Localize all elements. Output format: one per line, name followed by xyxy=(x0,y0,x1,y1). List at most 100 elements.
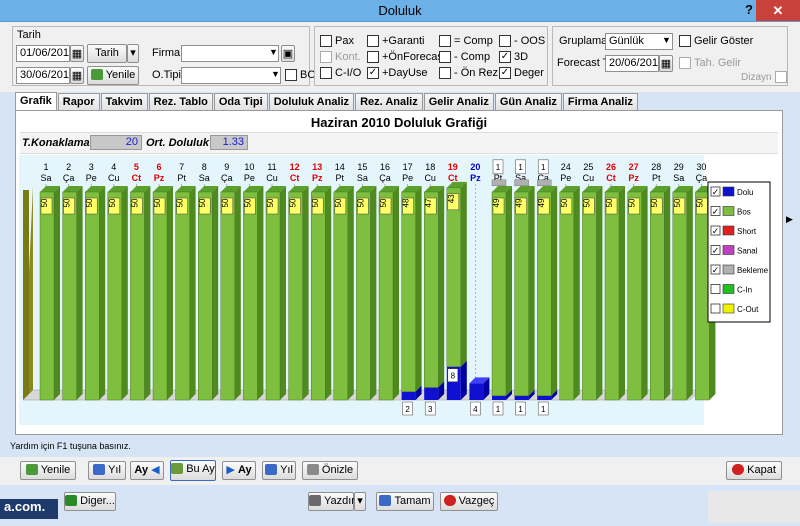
tab-bar: Grafik Rapor Takvim Rez. Tablo Oda Tipi Dolul… xyxy=(15,92,639,111)
tamam-button[interactable]: Tamam xyxy=(376,492,434,511)
tab-grafik[interactable]: Grafik xyxy=(15,92,57,110)
date-to-calendar-icon[interactable]: ▦ xyxy=(70,67,84,84)
pax-checkbox[interactable]: Pax xyxy=(320,35,354,47)
dolu-bar xyxy=(537,395,552,400)
deger-checkbox[interactable]: ✓ Deger xyxy=(499,67,544,79)
firma-search-icon[interactable]: ▣ xyxy=(281,45,295,62)
day-number-label: 7 xyxy=(179,162,184,172)
bekleme-bar xyxy=(491,179,507,187)
bekleme-value-label: 1 xyxy=(496,163,501,172)
yenile-button[interactable]: Yenile xyxy=(20,461,76,480)
comp-minus-checkbox[interactable]: - Comp xyxy=(439,51,490,63)
3d-checkbox[interactable]: ✓ 3D xyxy=(499,51,528,63)
date-from-calendar-icon[interactable]: ▦ xyxy=(70,45,84,62)
bos-bar-side xyxy=(686,186,693,400)
bos-value-label: 50 xyxy=(582,198,591,207)
close-icon xyxy=(732,464,745,475)
prev-year-button[interactable]: Yıl xyxy=(88,461,126,480)
status-bar: Yardım için F1 tuşuna basınız. xyxy=(10,441,131,451)
onizle-button[interactable]: Önizle xyxy=(302,461,358,480)
oos-checkbox[interactable]: - OOS xyxy=(499,35,545,47)
bos-value-label: 50 xyxy=(266,198,275,207)
scroll-right-icon[interactable]: ▶ xyxy=(786,214,793,225)
bos-bar xyxy=(107,191,123,401)
bos-bar xyxy=(491,191,507,397)
gelir-goster-checkbox[interactable]: Gelir Göster xyxy=(679,35,753,47)
bos-bar-side xyxy=(347,186,354,400)
tab-oda-tipi[interactable]: Oda Tipi xyxy=(213,93,268,110)
kapat-button[interactable]: Kapat xyxy=(726,461,782,480)
tab-gün-analiz[interactable]: Gün Analiz xyxy=(494,93,562,110)
day-number-label: 3 xyxy=(89,162,94,172)
otipi-label: O.Tipi xyxy=(152,69,181,81)
bos-value-label: 50 xyxy=(243,198,252,207)
bos-value-label: 50 xyxy=(198,198,207,207)
cio-checkbox[interactable]: C-I/O xyxy=(320,67,361,79)
right-arrow-icon: ▶ xyxy=(226,464,235,476)
this-month-button[interactable]: Bu Ay xyxy=(170,460,216,481)
chart-axis-wall xyxy=(23,190,29,400)
firma-label: Firma xyxy=(152,47,181,59)
yenile-top-button[interactable]: Yenile xyxy=(87,66,139,85)
gruplama-dropdown-icon[interactable]: ▼ xyxy=(662,35,671,45)
yazdir-dropdown-icon[interactable]: ▾ xyxy=(354,492,366,511)
bos-value-label: 50 xyxy=(673,198,682,207)
tarih-button[interactable]: Tarih xyxy=(87,44,127,63)
onrez-minus-checkbox[interactable]: - Ön Rez. xyxy=(439,67,501,79)
day-number-label: 30 xyxy=(696,162,706,172)
tab-gelir-analiz[interactable]: Gelir Analiz xyxy=(423,93,494,110)
bos-value-label: 50 xyxy=(85,198,94,207)
legend-swatch-short xyxy=(722,225,735,236)
tab-firma-analiz[interactable]: Firma Analiz xyxy=(562,93,638,110)
bo-checkbox[interactable]: BO xyxy=(285,69,316,81)
bos-bar-side xyxy=(506,186,512,396)
legend-checkbox-cin[interactable] xyxy=(710,284,721,294)
bos-bar xyxy=(39,191,55,401)
legend-swatch-cout xyxy=(722,303,735,314)
options-group: Pax Kont. C-I/O +Garanti +ÖnForecast ✓ +D… xyxy=(314,26,548,86)
ort-doluluk-label: Ort. Doluluk : xyxy=(146,137,216,149)
weekday-label: Pz xyxy=(628,173,639,183)
tab-rapor[interactable]: Rapor xyxy=(57,93,100,110)
bekleme-value-label: 1 xyxy=(541,163,546,172)
bos-bar xyxy=(265,191,281,401)
yazdir-button[interactable]: Yazdır xyxy=(308,492,355,511)
bos-bar xyxy=(401,191,416,392)
forecast-date-input[interactable]: 20/06/2010 xyxy=(605,55,659,72)
tab-rez-tablo[interactable]: Rez. Tablo xyxy=(148,93,213,110)
prev-month-button[interactable]: Ay ◀ xyxy=(130,461,164,480)
bos-value-label: 50 xyxy=(379,198,388,207)
next-year-button[interactable]: Yıl xyxy=(262,461,296,480)
otipi-select[interactable] xyxy=(181,67,281,84)
firma-select[interactable] xyxy=(181,45,279,62)
ok-icon xyxy=(379,495,392,506)
tab-doluluk-analiz[interactable]: Doluluk Analiz xyxy=(268,93,355,110)
next-month-button[interactable]: ▶ Ay xyxy=(222,461,256,480)
forecast-calendar-icon[interactable]: ▦ xyxy=(659,55,673,72)
garanti-checkbox[interactable]: +Garanti xyxy=(367,35,425,47)
tab-rez-analiz[interactable]: Rez. Analiz xyxy=(355,93,423,110)
firma-dropdown-icon[interactable]: ▼ xyxy=(269,47,278,57)
onforecast-checkbox[interactable]: +ÖnForecast xyxy=(367,51,446,63)
comp-eq-checkbox[interactable]: = Comp xyxy=(439,35,493,47)
calendar-icon xyxy=(171,463,184,474)
help-button[interactable]: ? xyxy=(745,2,753,17)
weekday-label: Ct xyxy=(290,173,300,183)
vazgec-button[interactable]: Vazgeç xyxy=(440,492,498,511)
legend-checkbox-cout[interactable] xyxy=(710,303,721,314)
date-from-input[interactable]: 01/06/2010 xyxy=(16,45,70,62)
legend-label-bos: Bos xyxy=(737,208,751,217)
dayuse-checkbox[interactable]: ✓ +DayUse xyxy=(367,67,428,79)
occupancy-chart: 1Sa502Ça503Pe504Cu505Ct506Pz507Pt508Sa50… xyxy=(19,155,771,425)
bos-bar-side xyxy=(121,186,128,400)
diger-button[interactable]: Diger... xyxy=(64,492,116,511)
tarih-dropdown-icon[interactable]: ▾ xyxy=(127,44,139,63)
close-window-button[interactable]: ✕ xyxy=(756,0,800,21)
otipi-dropdown-icon[interactable]: ▼ xyxy=(271,69,280,79)
dolu-value-label: 8 xyxy=(451,372,456,381)
tab-takvim[interactable]: Takvim xyxy=(100,93,148,110)
weekday-label: Sa xyxy=(40,173,51,183)
day-number-label: 8 xyxy=(202,162,207,172)
preview-icon xyxy=(306,464,319,475)
date-to-input[interactable]: 30/06/2010 xyxy=(16,67,70,84)
